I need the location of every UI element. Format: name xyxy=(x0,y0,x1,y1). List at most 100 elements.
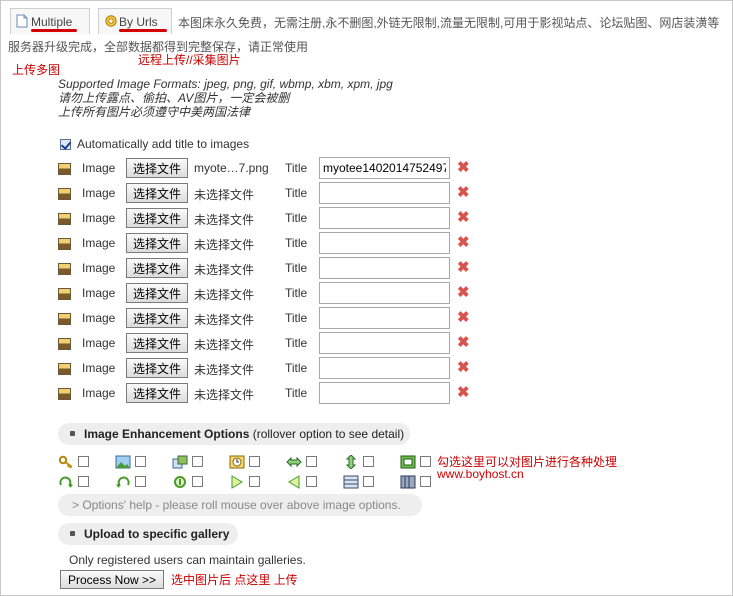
choose-file-button[interactable]: 选择文件 xyxy=(126,308,188,328)
image-file-icon xyxy=(58,338,71,350)
delete-row-icon[interactable]: ✖ xyxy=(457,385,470,401)
title-label: Title xyxy=(285,386,308,400)
title-label: Title xyxy=(285,261,308,275)
option-checkbox[interactable] xyxy=(78,456,89,467)
upload-row: Image 选择文件 未选择文件 Title ✖ xyxy=(58,257,478,280)
option-checkbox[interactable] xyxy=(249,456,260,467)
notice-line-1: 本图床永久免费，无需注册,永不删图,外链无限制,流量无限制,可用于影视站点、论坛… xyxy=(178,16,720,30)
auto-title-label: Automatically add title to images xyxy=(77,137,250,151)
title-input[interactable] xyxy=(319,257,450,279)
file-name: 未选择文件 xyxy=(194,338,255,352)
enhancement-hint: (rollover option to see detail) xyxy=(249,427,405,441)
upload-row: Image 选择文件 未选择文件 Title ✖ xyxy=(58,357,478,380)
choose-file-button[interactable]: 选择文件 xyxy=(126,358,188,378)
delete-row-icon[interactable]: ✖ xyxy=(457,335,470,351)
annotation-remote-upload: 远程上传//采集图片 xyxy=(138,53,241,67)
delete-row-icon[interactable]: ✖ xyxy=(457,260,470,276)
choose-file-button[interactable]: 选择文件 xyxy=(126,333,188,353)
image-file-icon xyxy=(58,188,71,200)
title-input[interactable] xyxy=(319,357,450,379)
title-input[interactable] xyxy=(319,282,450,304)
process-now-button[interactable]: Process Now >> xyxy=(60,570,164,589)
option-checkbox[interactable] xyxy=(363,476,374,487)
title-input[interactable] xyxy=(319,157,450,179)
document-icon xyxy=(16,14,28,28)
title-input[interactable] xyxy=(319,332,450,354)
tab-multiple-label: Multiple xyxy=(31,15,73,29)
arrow-right-icon[interactable] xyxy=(229,475,245,489)
option-checkbox[interactable] xyxy=(135,456,146,467)
frame-icon[interactable] xyxy=(400,455,416,469)
delete-row-icon[interactable]: ✖ xyxy=(457,210,470,226)
option-checkbox[interactable] xyxy=(192,456,203,467)
choose-file-button[interactable]: 选择文件 xyxy=(126,208,188,228)
rotate-180-icon[interactable] xyxy=(172,475,188,489)
upload-row: Image 选择文件 未选择文件 Title ✖ xyxy=(58,182,478,205)
option-checkbox[interactable] xyxy=(78,476,89,487)
option-checkbox[interactable] xyxy=(420,456,431,467)
image-file-icon xyxy=(58,313,71,325)
flip-horizontal-icon[interactable] xyxy=(286,455,302,469)
rotate-left-icon[interactable] xyxy=(115,475,131,489)
option-checkbox[interactable] xyxy=(249,476,260,487)
choose-file-button[interactable]: 选择文件 xyxy=(126,233,188,253)
choose-file-button[interactable]: 选择文件 xyxy=(126,283,188,303)
upload-row: Image 选择文件 未选择文件 Title ✖ xyxy=(58,382,478,405)
title-input[interactable] xyxy=(319,232,450,254)
arrow-left-icon[interactable] xyxy=(286,475,302,489)
file-name: 未选择文件 xyxy=(194,213,255,227)
title-label: Title xyxy=(285,236,308,250)
annotation-process-hint: 选中图片后 点这里 上传 xyxy=(171,573,298,587)
option-checkbox[interactable] xyxy=(192,476,203,487)
upload-row: Image 选择文件 未选择文件 Title ✖ xyxy=(58,307,478,330)
option-checkbox[interactable] xyxy=(363,456,374,467)
title-input[interactable] xyxy=(319,182,450,204)
enhancement-header: Image Enhancement Options (rollover opti… xyxy=(58,423,410,445)
choose-file-button[interactable]: 选择文件 xyxy=(126,258,188,278)
upload-row: Image 选择文件 未选择文件 Title ✖ xyxy=(58,207,478,230)
gallery-note: Only registered users can maintain galle… xyxy=(69,553,306,567)
option-checkbox[interactable] xyxy=(135,476,146,487)
landscape-icon[interactable] xyxy=(115,455,131,469)
delete-row-icon[interactable]: ✖ xyxy=(457,235,470,251)
delete-row-icon[interactable]: ✖ xyxy=(457,285,470,301)
option-checkbox[interactable] xyxy=(306,456,317,467)
enhancement-title: Image Enhancement Options xyxy=(84,427,250,441)
image-label: Image xyxy=(82,161,116,175)
option-checkbox[interactable] xyxy=(420,476,431,487)
title-label: Title xyxy=(285,186,308,200)
choose-file-button[interactable]: 选择文件 xyxy=(126,383,188,403)
title-label: Title xyxy=(285,211,308,225)
delete-row-icon[interactable]: ✖ xyxy=(457,310,470,326)
image-file-icon xyxy=(58,363,71,375)
title-input[interactable] xyxy=(319,382,450,404)
rotate-right-icon[interactable] xyxy=(58,475,74,489)
file-name: 未选择文件 xyxy=(194,313,255,327)
delete-row-icon[interactable]: ✖ xyxy=(457,185,470,201)
delete-row-icon[interactable]: ✖ xyxy=(457,160,470,176)
auto-title-checkbox[interactable] xyxy=(60,139,71,151)
file-name: myote…7.png xyxy=(194,161,269,175)
choose-file-button[interactable]: 选择文件 xyxy=(126,183,188,203)
delete-row-icon[interactable]: ✖ xyxy=(457,360,470,376)
image-label: Image xyxy=(82,386,116,400)
upload-row: Image 选择文件 未选择文件 Title ✖ xyxy=(58,232,478,255)
supported-formats: Supported Image Formats: jpeg, png, gif,… xyxy=(58,77,393,91)
clock-icon[interactable] xyxy=(229,455,245,469)
choose-file-button[interactable]: 选择文件 xyxy=(126,158,188,178)
negative-icon[interactable] xyxy=(400,475,416,489)
key-icon[interactable] xyxy=(58,455,74,469)
flip-vertical-icon[interactable] xyxy=(343,455,359,469)
image-file-icon xyxy=(58,388,71,400)
title-label: Title xyxy=(285,336,308,350)
resize-icon[interactable] xyxy=(172,455,188,469)
grayscale-icon[interactable] xyxy=(343,475,359,489)
title-input[interactable] xyxy=(319,307,450,329)
title-input[interactable] xyxy=(319,207,450,229)
title-label: Title xyxy=(285,286,308,300)
image-label: Image xyxy=(82,311,116,325)
option-checkbox[interactable] xyxy=(306,476,317,487)
tab-by-urls-label: By Urls xyxy=(119,15,158,29)
auto-title-option[interactable]: Automatically add title to images xyxy=(60,137,249,151)
image-file-icon xyxy=(58,288,71,300)
